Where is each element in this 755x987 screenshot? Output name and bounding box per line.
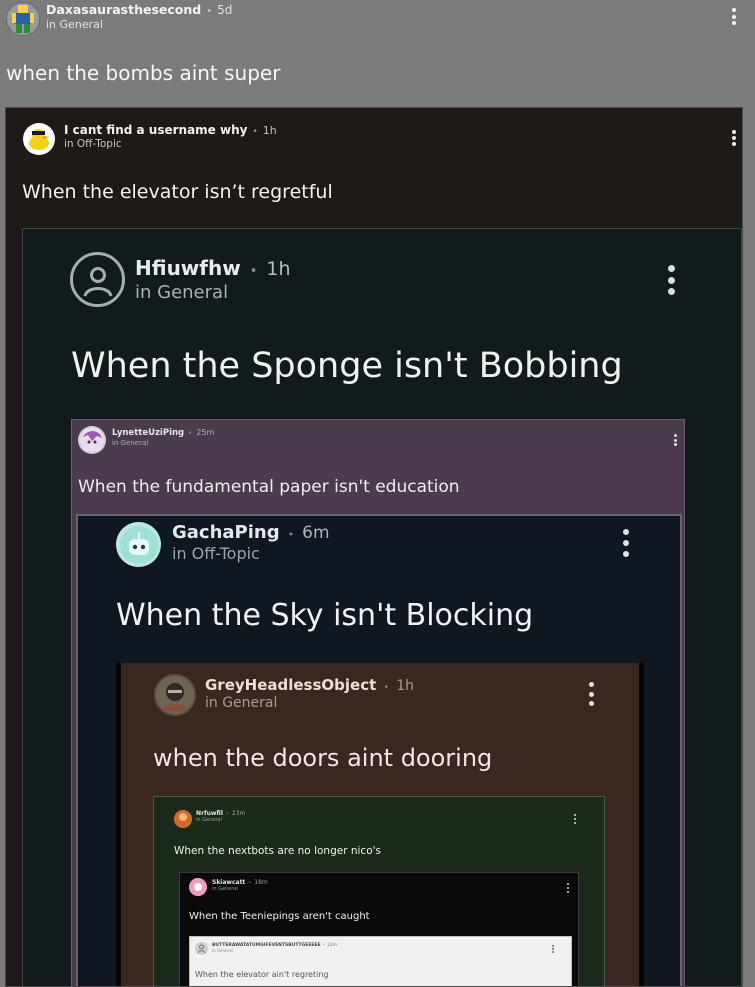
embedded-screenshot: BUTTERAWATATUMGIFEVENTSBUTTGEEEEE • 12m … bbox=[189, 936, 572, 986]
post-category[interactable]: in General bbox=[212, 948, 337, 953]
post-category[interactable]: in General bbox=[46, 18, 232, 31]
kebab-menu-icon[interactable] bbox=[588, 682, 594, 706]
post-time: 23m bbox=[231, 810, 246, 817]
post-title: When the nextbots are no longer nico's bbox=[174, 845, 381, 857]
post-category[interactable]: in General bbox=[205, 695, 414, 711]
post-username[interactable]: Nrfuwfil bbox=[196, 810, 223, 817]
post-header: I cant find a username why • 1h in Off-T… bbox=[23, 123, 277, 155]
default-user-icon[interactable] bbox=[195, 942, 208, 955]
post-title: When the elevator isn’t regretful bbox=[22, 181, 333, 203]
post-username[interactable]: GreyHeadlessObject bbox=[205, 676, 376, 694]
post-title: When the Sky isn't Blocking bbox=[116, 598, 534, 633]
post-header: BUTTERAWATATUMGIFEVENTSBUTTGEEEEE • 12m … bbox=[195, 942, 337, 955]
default-user-icon[interactable] bbox=[70, 252, 125, 307]
post-username[interactable]: Daxasaurasthesecond bbox=[46, 2, 201, 17]
post-title: When the Sponge isn't Bobbing bbox=[71, 346, 623, 386]
anime-avatar-icon[interactable] bbox=[78, 426, 106, 454]
separator: • bbox=[249, 264, 258, 279]
kebab-menu-icon[interactable] bbox=[731, 8, 737, 25]
character-avatar-icon[interactable] bbox=[154, 674, 196, 716]
kebab-menu-icon[interactable] bbox=[673, 434, 677, 446]
post-header: Daxasaurasthesecond • 5d in General bbox=[6, 2, 232, 36]
user-avatar-icon[interactable] bbox=[174, 810, 192, 828]
post-username[interactable]: LynetteUziPing bbox=[112, 428, 184, 438]
post-time: 1h bbox=[396, 678, 414, 694]
separator: • bbox=[188, 429, 193, 437]
post-time: 1h bbox=[262, 124, 277, 137]
kebab-menu-icon[interactable] bbox=[552, 945, 554, 953]
post-header: Skiawcatt • 18m in General bbox=[189, 878, 268, 896]
post-time: 5d bbox=[217, 3, 233, 17]
embedded-screenshot: Skiawcatt • 18m in General When the Teen… bbox=[179, 872, 579, 986]
embedded-screenshot: I cant find a username why • 1h in Off-T… bbox=[5, 107, 743, 987]
post-category[interactable]: in General bbox=[212, 886, 268, 892]
post-category[interactable]: in General bbox=[196, 817, 245, 823]
post-header: GreyHeadlessObject • 1h in General bbox=[154, 674, 414, 716]
embedded-screenshot: GreyHeadlessObject • 1h in General when … bbox=[116, 663, 644, 986]
separator: • bbox=[383, 682, 390, 693]
post-title: when the doors aint dooring bbox=[153, 744, 493, 772]
kebab-menu-icon[interactable] bbox=[566, 883, 569, 893]
kebab-menu-icon[interactable] bbox=[731, 130, 736, 146]
post-header: Nrfuwfil • 23m in General bbox=[174, 810, 245, 828]
separator: • bbox=[206, 6, 213, 17]
roblox-avatar-icon[interactable] bbox=[6, 2, 40, 36]
kebab-menu-icon[interactable] bbox=[622, 529, 629, 557]
post-header: Hfiuwfhw • 1h in General bbox=[70, 252, 291, 307]
post-header: LynetteUziPing • 25m in General bbox=[78, 426, 214, 454]
post-username[interactable]: I cant find a username why bbox=[64, 123, 247, 137]
kebab-menu-icon[interactable] bbox=[667, 265, 675, 295]
separator: • bbox=[248, 880, 252, 886]
post-time: 6m bbox=[302, 523, 330, 543]
kebab-menu-icon[interactable] bbox=[573, 814, 576, 824]
post-time: 18m bbox=[254, 879, 268, 886]
duck-avatar-icon[interactable] bbox=[23, 123, 55, 155]
post-category[interactable]: in Off-Topic bbox=[64, 138, 277, 150]
post-time: 25m bbox=[196, 428, 215, 437]
post-title: when the bombs aint super bbox=[6, 61, 281, 85]
robot-avatar-icon[interactable] bbox=[116, 522, 161, 567]
separator: • bbox=[252, 127, 258, 137]
embedded-screenshot: GachaPing • 6m in Off-Topic When the Sky… bbox=[76, 514, 682, 986]
separator: • bbox=[287, 528, 295, 541]
post-category[interactable]: in General bbox=[112, 439, 214, 447]
embedded-screenshot: Nrfuwfil • 23m in General When the nextb… bbox=[153, 796, 605, 986]
embedded-screenshot: LynetteUziPing • 25m in General When the… bbox=[71, 419, 685, 986]
post-category[interactable]: in General bbox=[135, 282, 291, 303]
post-header: GachaPing • 6m in Off-Topic bbox=[116, 522, 330, 567]
post-title: When the fundamental paper isn't educati… bbox=[78, 477, 460, 497]
post-username[interactable]: Hfiuwfhw bbox=[135, 256, 241, 280]
post-category[interactable]: in Off-Topic bbox=[172, 544, 330, 563]
post-title: When the elevator ain't regreting bbox=[195, 970, 329, 979]
user-avatar-icon[interactable] bbox=[189, 878, 207, 896]
embedded-screenshot: Hfiuwfhw • 1h in General When the Sponge… bbox=[22, 228, 742, 986]
post-username[interactable]: Skiawcatt bbox=[212, 879, 245, 886]
separator: • bbox=[322, 942, 325, 947]
separator: • bbox=[225, 811, 229, 817]
post-title: When the Teeniepings aren't caught bbox=[189, 911, 370, 922]
post-username[interactable]: GachaPing bbox=[172, 522, 280, 543]
post-time: 1h bbox=[266, 258, 291, 280]
